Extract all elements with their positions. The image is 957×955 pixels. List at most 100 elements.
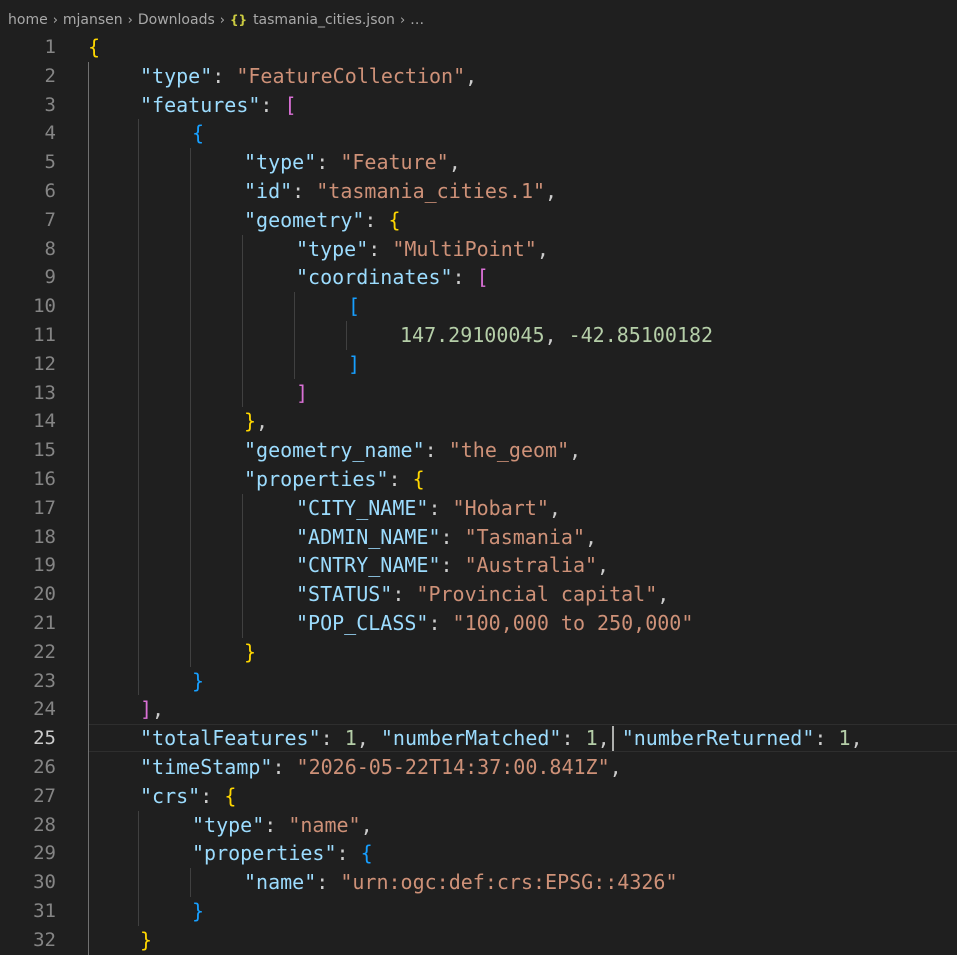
indent-guide	[190, 637, 191, 667]
code-text: }	[140, 926, 152, 955]
breadcrumb-item-more[interactable]: …	[410, 12, 424, 28]
code-token: }	[192, 668, 205, 693]
code-line[interactable]: 27 "crs": {	[0, 782, 957, 811]
indent-guide	[138, 551, 139, 581]
code-line[interactable]: 20 "STATUS": "Provincial capital",	[0, 580, 957, 609]
code-token: }	[140, 927, 153, 952]
code-token: :	[428, 495, 453, 520]
code-token: "Feature"	[340, 150, 449, 175]
code-line[interactable]: 15 "geometry_name": "the_geom",	[0, 436, 957, 465]
line-number: 13	[33, 381, 56, 404]
indent-guide	[88, 148, 89, 177]
code-line[interactable]: 8 "type": "MultiPoint",	[0, 235, 957, 264]
indent-guide	[190, 234, 191, 264]
code-token: ,	[536, 236, 549, 261]
code-token: "CNTRY_NAME"	[296, 553, 441, 578]
indent-guide	[190, 205, 191, 235]
indent-guide	[138, 378, 139, 408]
indent-guide	[242, 292, 243, 321]
code-line[interactable]: 29 "properties": {	[0, 839, 957, 868]
breadcrumb-item-file[interactable]: tasmania_cities.json	[253, 12, 395, 28]
indent-guide	[88, 407, 89, 437]
code-text: "name": "urn:ogc:def:crs:EPSG::4326"	[244, 868, 678, 897]
code-token: :	[336, 841, 361, 866]
code-token: :	[392, 582, 417, 607]
indent-guide	[138, 609, 139, 638]
code-line[interactable]: 14},	[0, 407, 957, 436]
code-token: ]	[140, 697, 153, 722]
line-number: 8	[44, 237, 56, 260]
code-line[interactable]: 19 "CNTRY_NAME": "Australia",	[0, 551, 957, 580]
line-number: 14	[33, 410, 56, 433]
line-number: 4	[44, 122, 56, 145]
code-line[interactable]: 23}	[0, 667, 957, 696]
code-line[interactable]: 26 "timeStamp": "2026-05-22T14:37:00.841Z…	[0, 753, 957, 782]
code-token: "geometry_name"	[244, 438, 425, 463]
code-line[interactable]: 2 "type": "FeatureCollection",	[0, 62, 957, 91]
code-text: ]	[348, 350, 360, 379]
breadcrumb-item-home[interactable]: home	[8, 12, 48, 28]
code-line[interactable]: 28 "type": "name",	[0, 811, 957, 840]
code-line[interactable]: 24],	[0, 695, 957, 724]
code-line[interactable]: 5 "type": "Feature",	[0, 148, 957, 177]
indent-guide	[138, 436, 139, 465]
line-number: 17	[33, 496, 56, 519]
code-token: {	[412, 467, 425, 491]
code-line[interactable]: 22}	[0, 638, 957, 667]
code-line[interactable]: 6 "id": "tasmania_cities.1",	[0, 177, 957, 206]
indent-guide	[138, 119, 139, 149]
code-line[interactable]: 30 "name": "urn:ogc:def:crs:EPSG::4326"	[0, 868, 957, 897]
chevron-right-icon: ›	[219, 12, 225, 28]
code-line[interactable]: 32}	[0, 926, 957, 955]
indent-guide	[138, 522, 139, 552]
code-token: }	[244, 639, 257, 664]
indent-guide	[190, 436, 191, 465]
indent-guide	[88, 90, 89, 120]
code-line[interactable]: 17 "CITY_NAME": "Hobart",	[0, 494, 957, 523]
code-line[interactable]: 18 "ADMIN_NAME": "Tasmania",	[0, 523, 957, 552]
code-line[interactable]: 3 "features": [	[0, 91, 957, 120]
code-line[interactable]: 12]	[0, 350, 957, 379]
code-text: ],	[140, 695, 164, 724]
code-text: }	[192, 667, 204, 696]
code-line[interactable]: 11 147.29100045, -42.85100182	[0, 321, 957, 350]
code-text: "id": "tasmania_cities.1",	[244, 177, 557, 206]
code-token: :	[316, 150, 341, 175]
code-token: :	[200, 783, 225, 808]
code-line[interactable]: 7 "geometry": {	[0, 206, 957, 235]
breadcrumb-item-downloads[interactable]: Downloads	[138, 12, 215, 28]
code-token: 1	[585, 726, 598, 751]
code-line[interactable]: 25 "totalFeatures": 1, "numberMatched": 1…	[0, 724, 957, 753]
code-line[interactable]: 10 [	[0, 292, 957, 321]
code-token: "numberMatched"	[380, 726, 562, 751]
code-token: :	[292, 179, 317, 203]
code-token: {	[388, 207, 401, 232]
code-token: "type"	[296, 236, 369, 261]
indent-guide	[138, 349, 139, 379]
code-line[interactable]: 21 "POP_CLASS": "100,000 to 250,000"	[0, 609, 957, 638]
code-line[interactable]: 1{	[0, 33, 957, 62]
code-token: "totalFeatures"	[140, 726, 321, 751]
code-line[interactable]: 31}	[0, 897, 957, 926]
code-line[interactable]: 9 "coordinates": [	[0, 263, 957, 292]
code-line[interactable]: 4{	[0, 119, 957, 148]
code-text: "properties": {	[192, 839, 373, 868]
indent-guide	[88, 753, 89, 782]
code-token: "crs"	[140, 783, 201, 808]
code-token: {	[88, 35, 101, 59]
code-editor[interactable]: 1{2 "type": "FeatureCollection", 3 "feature…	[0, 33, 957, 955]
code-line[interactable]: 13]	[0, 379, 957, 408]
indent-guide	[190, 378, 191, 408]
line-number: 27	[33, 784, 56, 807]
indent-guide	[242, 493, 243, 523]
indent-guide	[138, 897, 139, 926]
breadcrumb-item-mjansen[interactable]: mjansen	[63, 12, 123, 28]
code-text: }	[192, 897, 204, 926]
code-token: }	[244, 409, 257, 434]
code-line[interactable]: 16 "properties": {	[0, 465, 957, 494]
code-text: [	[348, 292, 360, 321]
code-token: :	[212, 63, 237, 88]
indent-guide	[88, 839, 89, 869]
code-token: "numberReturned"	[621, 726, 815, 751]
code-token: "ADMIN_NAME"	[296, 524, 441, 549]
